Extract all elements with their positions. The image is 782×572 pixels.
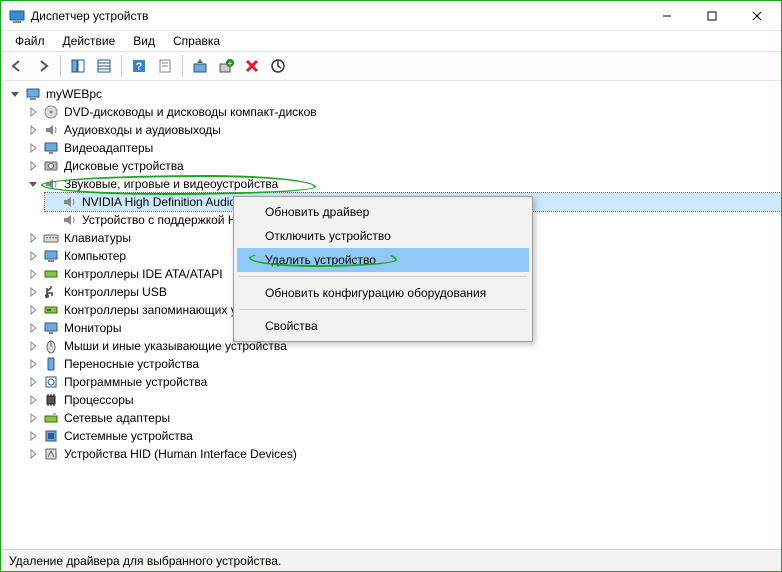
ctx-properties[interactable]: Свойства: [237, 314, 529, 338]
tree-node-label: Переносные устройства: [63, 357, 200, 371]
tree-category-node[interactable]: DVD-дисководы и дисководы компакт-дисков: [27, 103, 781, 121]
tree-category-node[interactable]: Устройства HID (Human Interface Devices): [27, 445, 781, 463]
tree-node-label: Клавиатуры: [63, 231, 132, 245]
tree-node-label: DVD-дисководы и дисководы компакт-дисков: [63, 105, 318, 119]
tree-category-node[interactable]: Дисковые устройства: [27, 157, 781, 175]
help-button[interactable]: ?: [127, 54, 151, 78]
ctx-disable-device[interactable]: Отключить устройство: [237, 224, 529, 248]
tree-category-node[interactable]: Процессоры: [27, 391, 781, 409]
tree-node-label: Сетевые адаптеры: [63, 411, 171, 425]
svg-text:?: ?: [136, 61, 143, 73]
menu-action[interactable]: Действие: [55, 32, 124, 50]
menu-view[interactable]: Вид: [125, 32, 163, 50]
svg-text:+: +: [228, 59, 233, 68]
uninstall-button[interactable]: [240, 54, 264, 78]
window-title: Диспетчер устройств: [31, 9, 644, 23]
menu-file[interactable]: Файл: [7, 32, 53, 50]
tree-node-label: Аудиовходы и аудиовыходы: [63, 123, 222, 137]
device-tree[interactable]: myWEBpc DVD-дисководы и дисководы компакт…: [1, 81, 781, 549]
menu-help[interactable]: Справка: [165, 32, 228, 50]
properties-button[interactable]: [153, 54, 177, 78]
tree-node-label: Программные устройства: [63, 375, 208, 389]
scan-hardware-button[interactable]: [266, 54, 290, 78]
update-driver-button[interactable]: [188, 54, 212, 78]
tree-node-label: Звуковые, игровые и видеоустройства: [63, 177, 279, 191]
toolbar: ? +: [1, 51, 781, 81]
titlebar: Диспетчер устройств: [1, 1, 781, 31]
forward-button[interactable]: [31, 54, 55, 78]
tree-node-label: Устройства HID (Human Interface Devices): [63, 447, 298, 461]
ctx-uninstall-device[interactable]: Удалить устройство: [237, 248, 529, 272]
tree-category-node[interactable]: Звуковые, игровые и видеоустройства: [27, 175, 781, 193]
ctx-separator: [239, 309, 527, 310]
tree-node-label: Компьютер: [63, 249, 127, 263]
tree-node-label: Дисковые устройства: [63, 159, 185, 173]
tree-category-node[interactable]: Сетевые адаптеры: [27, 409, 781, 427]
toolbar-separator: [121, 55, 122, 77]
tree-node-label: myWEBpc: [45, 87, 103, 101]
toolbar-separator: [182, 55, 183, 77]
details-button[interactable]: [92, 54, 116, 78]
app-icon: [9, 8, 25, 24]
back-button[interactable]: [5, 54, 29, 78]
tree-node-label: Мониторы: [63, 321, 122, 335]
status-text: Удаление драйвера для выбранного устройс…: [9, 554, 281, 568]
tree-category-node[interactable]: Программные устройства: [27, 373, 781, 391]
install-legacy-button[interactable]: +: [214, 54, 238, 78]
maximize-button[interactable]: [689, 1, 734, 30]
close-button[interactable]: [734, 1, 779, 30]
tree-node-label: Видеоадаптеры: [63, 141, 154, 155]
ctx-update-driver[interactable]: Обновить драйвер: [237, 200, 529, 224]
ctx-separator: [239, 276, 527, 277]
tree-category-node[interactable]: Видеоадаптеры: [27, 139, 781, 157]
ctx-scan-hardware[interactable]: Обновить конфигурацию оборудования: [237, 281, 529, 305]
tree-category-node[interactable]: Переносные устройства: [27, 355, 781, 373]
tree-node-label: Контроллеры IDE ATA/ATAPI: [63, 267, 224, 281]
toolbar-separator: [60, 55, 61, 77]
context-menu: Обновить драйвер Отключить устройство Уд…: [233, 196, 533, 342]
tree-node-label: NVIDIA High Definition Audio: [81, 195, 237, 209]
tree-node-label: Процессоры: [63, 393, 135, 407]
minimize-button[interactable]: [644, 1, 689, 30]
tree-category-node[interactable]: Аудиовходы и аудиовыходы: [27, 121, 781, 139]
tree-root-node[interactable]: myWEBpc: [9, 85, 781, 103]
show-hide-tree-button[interactable]: [66, 54, 90, 78]
tree-node-label: Контроллеры USB: [63, 285, 168, 299]
tree-category-node[interactable]: Системные устройства: [27, 427, 781, 445]
menubar: Файл Действие Вид Справка: [1, 31, 781, 51]
statusbar: Удаление драйвера для выбранного устройс…: [1, 549, 781, 571]
tree-node-label: Системные устройства: [63, 429, 194, 443]
